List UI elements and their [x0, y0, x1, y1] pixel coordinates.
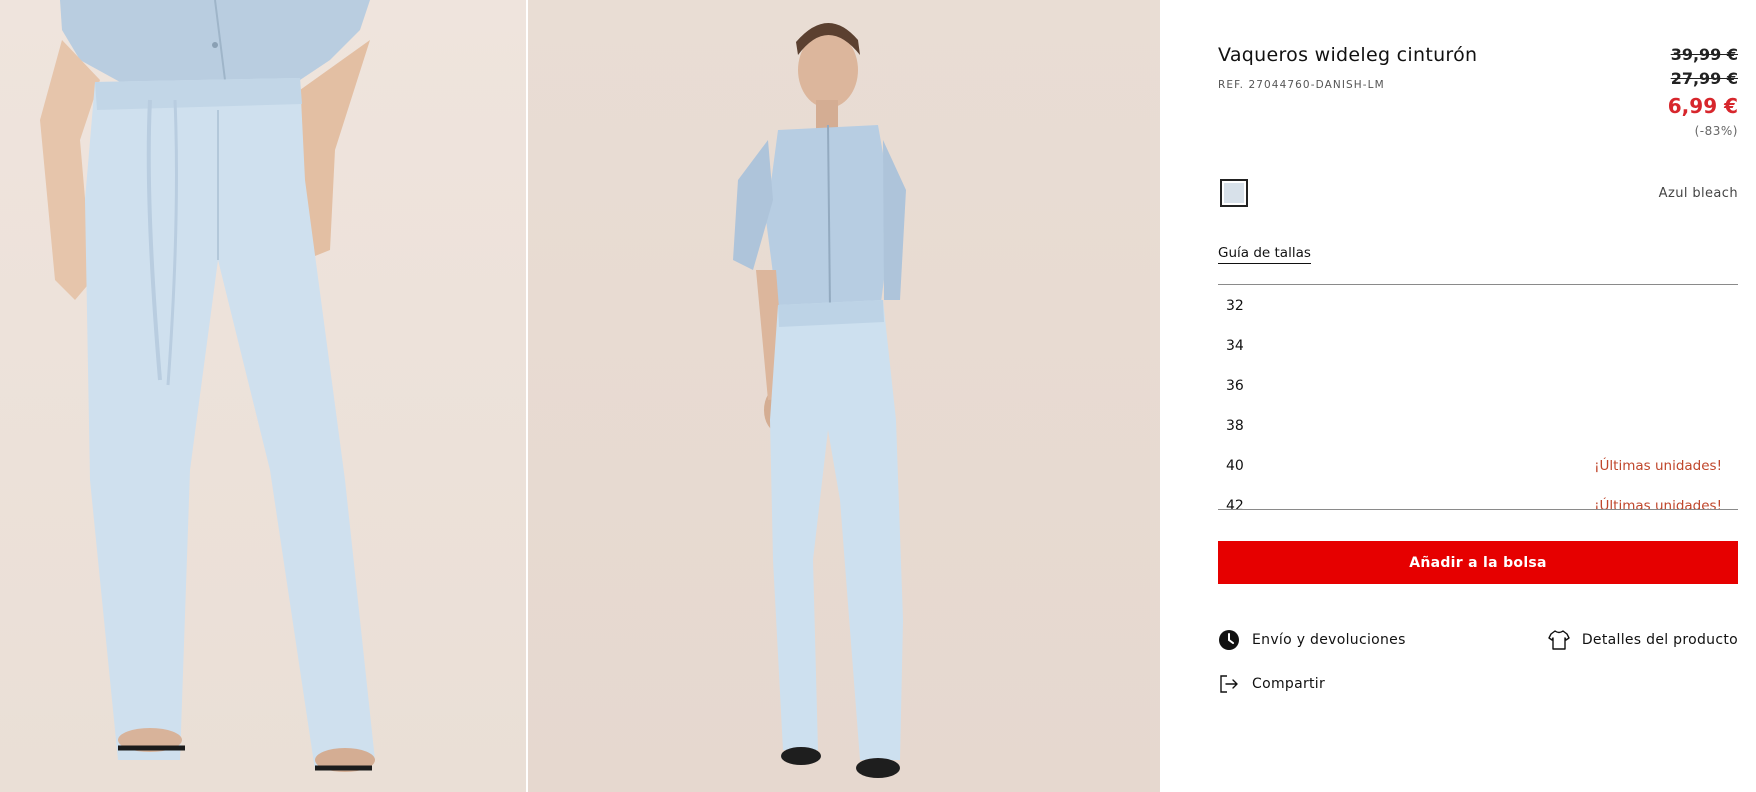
share-link[interactable]: Compartir — [1218, 673, 1325, 695]
shipping-returns-link[interactable]: Envío y devoluciones — [1218, 629, 1406, 651]
size-label: 36 — [1226, 378, 1244, 394]
low-stock-note: ¡Últimas unidades! — [1594, 498, 1722, 510]
size-label: 42 — [1226, 498, 1244, 510]
size-label: 40 — [1226, 458, 1244, 474]
share-icon — [1218, 673, 1240, 695]
product-info-panel: Vaqueros wideleg cinturón REF. 27044760-… — [1218, 0, 1738, 792]
price-original: 39,99 € — [1670, 45, 1738, 64]
size-option[interactable]: 34 — [1218, 326, 1738, 366]
size-label: 38 — [1226, 418, 1244, 434]
discount-badge: (-83%) — [1694, 124, 1738, 138]
shipping-returns-label: Envío y devoluciones — [1252, 632, 1406, 648]
size-guide-link[interactable]: Guía de tallas — [1218, 245, 1311, 264]
color-swatch-azul-bleach[interactable] — [1220, 179, 1248, 207]
product-reference: REF. 27044760-DANISH-LM — [1218, 79, 1385, 91]
price-block: 39,99 € 27,99 € 6,99 € (-83%) — [1668, 43, 1738, 141]
product-details-link[interactable]: Detalles del producto — [1548, 629, 1738, 651]
size-label: 32 — [1226, 298, 1244, 314]
product-details-label: Detalles del producto — [1581, 632, 1738, 648]
product-gallery — [0, 0, 1160, 792]
tshirt-icon — [1548, 629, 1570, 651]
low-stock-note: ¡Últimas unidades! — [1594, 458, 1722, 474]
size-option[interactable]: 38 — [1218, 406, 1738, 446]
product-photo-front-detail[interactable] — [0, 0, 526, 792]
color-name: Azul bleach — [1658, 186, 1738, 201]
price-current: 6,99 € — [1667, 94, 1738, 118]
size-label: 34 — [1226, 338, 1244, 354]
share-label: Compartir — [1252, 676, 1326, 692]
size-option[interactable]: 36 — [1218, 366, 1738, 406]
product-title: Vaqueros wideleg cinturón — [1218, 44, 1478, 66]
size-list[interactable]: 32 34 36 38 40 ¡Últimas unidades! 42 ¡Úl… — [1218, 284, 1738, 510]
color-selector: Azul bleach — [1218, 179, 1738, 207]
swatch-fill — [1224, 183, 1244, 203]
clock-icon — [1218, 629, 1240, 651]
product-photo-full-body[interactable] — [528, 0, 1160, 792]
size-option[interactable]: 40 ¡Últimas unidades! — [1218, 446, 1738, 486]
price-previous: 27,99 € — [1670, 69, 1738, 88]
add-to-bag-button[interactable]: Añadir a la bolsa — [1218, 541, 1738, 584]
size-option[interactable]: 42 ¡Últimas unidades! — [1218, 486, 1738, 510]
size-option[interactable]: 32 — [1218, 286, 1738, 326]
